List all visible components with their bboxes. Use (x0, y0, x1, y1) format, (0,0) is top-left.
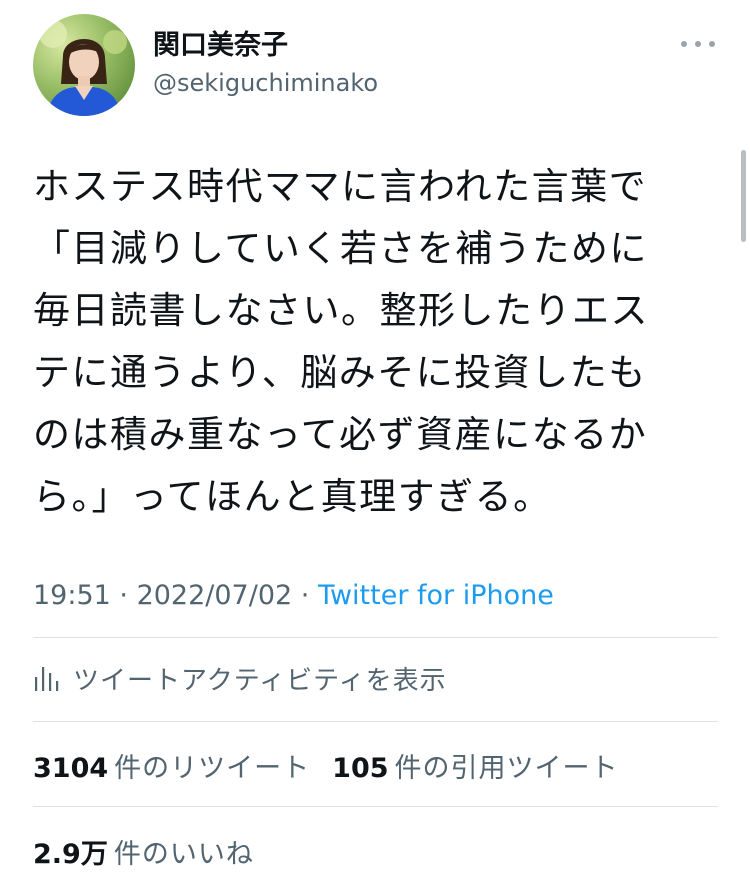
likes-stat[interactable]: 2.9万 件のいいね (33, 832, 254, 871)
likes-count: 2.9万 (33, 838, 108, 870)
divider (33, 637, 718, 638)
tweet-meta: 19:51 · 2022/07/02 · Twitter for iPhone (33, 576, 554, 616)
more-options-button[interactable] (681, 36, 715, 52)
user-handle[interactable]: @sekiguchiminako (153, 66, 378, 100)
user-names[interactable]: 関口美奈子 @sekiguchiminako (153, 28, 378, 100)
tweet-text: ホステス時代ママに言われた言葉で 「目減りしていく若さを補うために 毎日読書しな… (33, 165, 649, 518)
avatar[interactable] (33, 14, 135, 116)
tweet-activity-label: ツイートアクティビティを表示 (73, 665, 447, 696)
tweet-activity-button[interactable]: ツイートアクティビティを表示 (33, 656, 447, 700)
more-horizontal-icon (681, 41, 687, 47)
tweet-source-link[interactable]: Twitter for iPhone (318, 580, 554, 611)
more-horizontal-icon-dot (709, 41, 715, 47)
divider (33, 721, 718, 722)
more-horizontal-icon-dot (695, 41, 701, 47)
retweets-label: 件のリツイート (114, 752, 311, 784)
display-name[interactable]: 関口美奈子 (153, 28, 378, 64)
scrollbar[interactable] (741, 150, 746, 242)
avatar-image (39, 20, 127, 116)
meta-separator: · (292, 580, 318, 611)
quotes-stat[interactable]: 105 件の引用ツイート (332, 746, 618, 785)
bar-chart-icon (33, 663, 61, 693)
likes-row: 2.9万 件のいいね (33, 826, 276, 876)
quotes-count: 105 (332, 752, 389, 784)
retweets-count: 3104 (33, 752, 109, 784)
retweets-stat[interactable]: 3104 件のリツイート (33, 746, 310, 785)
divider (33, 806, 718, 807)
likes-label: 件のいいね (113, 838, 254, 870)
engagement-stats: 3104 件のリツイート 105 件の引用ツイート (33, 740, 641, 790)
meta-separator: · (110, 580, 137, 611)
tweet-date[interactable]: 2022/07/02 (137, 580, 293, 611)
tweet-time[interactable]: 19:51 (33, 580, 111, 611)
quotes-label: 件の引用ツイート (394, 752, 619, 784)
tweet-detail-page: 関口美奈子 @sekiguchiminako ホステス時代ママに言われた言葉で … (0, 0, 750, 883)
tweet-header: 関口美奈子 @sekiguchiminako (33, 10, 723, 120)
